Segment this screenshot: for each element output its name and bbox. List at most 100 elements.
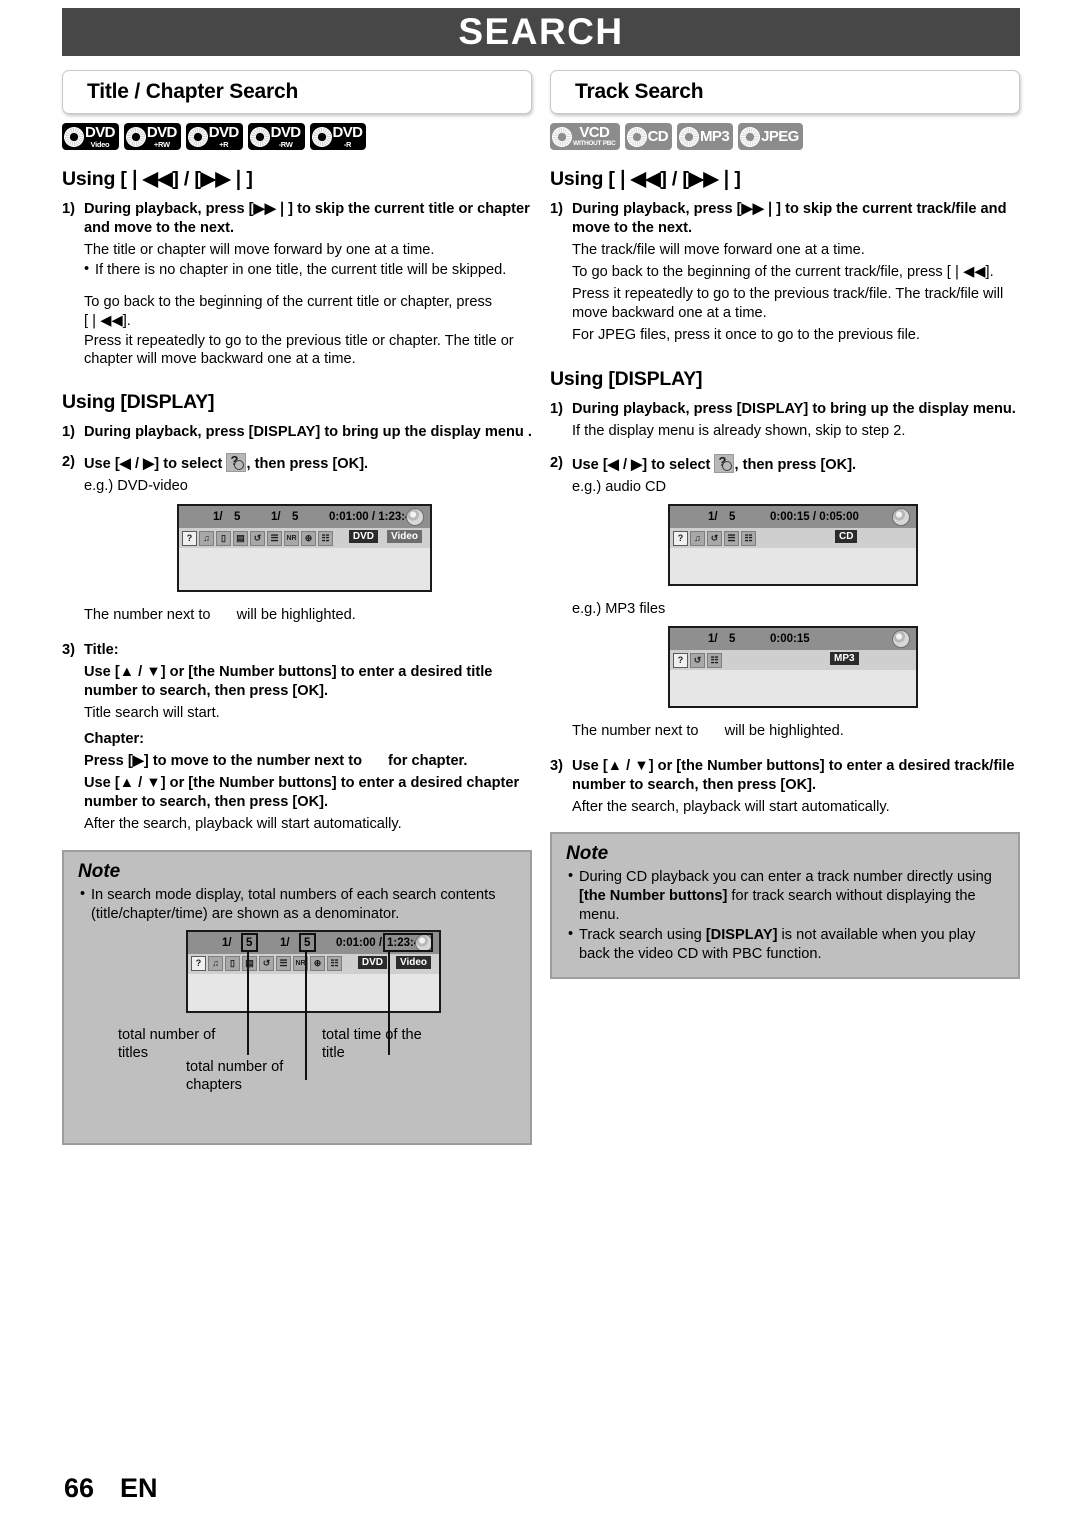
step-number: 3) (550, 757, 563, 774)
chapter-instruction-b: for chapter. (388, 752, 468, 769)
noise-reduction-icon[interactable]: NR (284, 530, 299, 546)
step-text-part-a: Use [◀ / ▶] to select (572, 457, 711, 474)
angle-icon[interactable]: ▤ (242, 956, 257, 971)
badge-main-label: MP3 (700, 128, 730, 145)
disc-icon (61, 123, 87, 150)
right-display-step-2: 2) Use [◀ / ▶] to select , then press [O… (550, 454, 1020, 475)
badge-main-label: DVD (270, 123, 301, 141)
callout-total-titles: total number of titles (118, 1026, 216, 1061)
disc-icon (549, 123, 575, 150)
surround-icon[interactable]: ☷ (707, 652, 722, 668)
search-icon (714, 454, 735, 474)
callout-total-chapters: total number of chapters (186, 1058, 284, 1093)
left-step1-note3: Press it repeatedly to go to the previou… (84, 332, 514, 368)
left-display-step-2: 2) Use [◀ / ▶] to select , then press [O… (62, 453, 532, 474)
step-text: During playback, press [DISPLAY] to brin… (572, 401, 1016, 418)
step-number: 1) (62, 201, 75, 217)
repeat-icon[interactable]: ↺ (707, 530, 722, 546)
right-step-1: 1) During playback, press [▶▶❘] to skip … (550, 200, 1020, 238)
osd-mockup-mp3: 1/ 5 0:00:15 ? ↺ ☷ MP3 (668, 626, 918, 708)
disc-indicator-icon (406, 508, 424, 527)
disc-icon (308, 123, 335, 150)
step-text-part-b: , then press [OK]. (246, 456, 369, 473)
badge-jpeg: JPEG (737, 123, 803, 150)
note-item2-a: Track search using (579, 927, 706, 944)
right-example-label-cd: e.g.) audio CD (572, 479, 667, 496)
disc-indicator-icon (892, 630, 910, 648)
left-step-3: 3) Title: (62, 641, 532, 660)
right-example-label-mp3: e.g.) MP3 files (572, 601, 666, 618)
surround-icon[interactable]: ☷ (741, 530, 756, 546)
osd-title-index: 1/ (213, 511, 223, 524)
step-number: 1) (62, 424, 75, 441)
right-step1-note3: Press it repeatedly to go to the previou… (572, 285, 1004, 321)
step-text: During playback, press [DISPLAY] to brin… (84, 424, 532, 441)
list-item: If there is no chapter in one title, the… (84, 260, 532, 280)
left-example-label-dvd: e.g.) DVD-video (84, 478, 188, 495)
disc-icon (247, 123, 273, 150)
osd-time: 0:00:15 / 0:05:00 (770, 511, 859, 524)
badge-dvd-plus-rw: DVD +RW (123, 123, 181, 150)
audio-icon[interactable]: ♫ (208, 956, 223, 971)
badge-main-label: DVD (208, 123, 239, 141)
search-icon[interactable]: ? (191, 956, 206, 971)
zoom-icon[interactable]: ⊕ (310, 956, 325, 971)
disc-icon (123, 123, 149, 150)
page-title: SEARCH (458, 11, 624, 52)
right-display-step-1: 1) During playback, press [DISPLAY] to b… (550, 400, 1020, 419)
note-callout-diagram: 1/ 5 1/ 5 0:01:00 / 1:23:45 ? ♫ ▯ ▤ ↺ ☰ … (78, 929, 516, 1130)
badge-vcd-without-pbc: VCD WITHOUT PBC (549, 123, 620, 150)
note-heading: Note (78, 860, 121, 882)
right-highlight-note: The number next to will be highlighted. (572, 722, 1020, 741)
left-step3-title-result: Title search will start. (84, 704, 220, 721)
osd-tag-cd: CD (835, 530, 858, 544)
note-heading: Note (566, 842, 609, 864)
osd-status-row: 1/ 5 0:00:15 / 0:05:00 (670, 506, 916, 529)
disc-icon (676, 123, 702, 150)
left-step3-chapter-instruction: Press [▶] to move to the number next to f… (84, 752, 532, 771)
callout-total-time: total time of the title (322, 1026, 422, 1061)
osd-status-row: 1/ 5 1/ 5 0:01:00 / 1:23:45 (188, 931, 439, 954)
left-step3-chapter-label: Chapter: (84, 730, 144, 747)
subtitle-icon[interactable]: ▯ (225, 956, 240, 971)
step-text: Use [◀ / ▶] to select , then press [OK]. (84, 453, 532, 474)
zoom-icon[interactable]: ⊕ (301, 530, 316, 546)
highlight-text-b: will be highlighted. (724, 723, 844, 739)
surround-icon[interactable]: ☷ (318, 530, 333, 546)
disc-icon (737, 123, 763, 150)
osd-time: 0:01:00 / 1:23:45 (329, 511, 418, 524)
angle-icon[interactable]: ▤ (233, 530, 248, 546)
search-icon[interactable]: ? (673, 652, 688, 668)
badge-sub-label: -R (343, 139, 352, 149)
highlight-text-a: The number next to (84, 607, 211, 624)
marker-icon[interactable]: ☰ (267, 530, 282, 546)
step-number: 3) (62, 642, 75, 658)
subtitle-icon[interactable]: ▯ (216, 530, 231, 546)
marker-icon[interactable]: ☰ (276, 956, 291, 971)
left-step3-chapter-instruction2: Use [▲ / ▼] or [the Number buttons] to e… (84, 774, 520, 810)
osd-track-index: 1/ (708, 633, 718, 645)
search-icon[interactable]: ? (673, 530, 688, 546)
osd-track-index: 1/ (708, 511, 718, 524)
chapter-instruction-a: Press [▶] to move to the number next to (84, 752, 363, 769)
repeat-icon[interactable]: ↺ (259, 956, 274, 971)
osd-tag-video: Video (395, 955, 431, 969)
search-icon[interactable]: ? (182, 530, 197, 546)
marker-icon[interactable]: ☰ (724, 530, 739, 546)
left-highlight-note: The number next to will be highlighted. (84, 606, 532, 625)
audio-icon[interactable]: ♫ (690, 530, 705, 546)
left-display-step-1: 1) During playback, press [DISPLAY] to b… (62, 423, 532, 442)
osd-time: 0:00:15 (770, 633, 810, 645)
audio-icon[interactable]: ♫ (199, 530, 214, 546)
badge-main-label: JPEG (761, 128, 799, 145)
highlight-text-b: will be highlighted. (236, 607, 356, 624)
disc-icon (185, 123, 211, 150)
repeat-icon[interactable]: ↺ (690, 652, 705, 668)
list-item: Track search using [DISPLAY] is not avai… (566, 925, 1004, 964)
repeat-icon[interactable]: ↺ (250, 530, 265, 546)
badge-sub-label: Video (90, 139, 110, 149)
step-text: During playback, press [▶▶❘] to skip the… (84, 201, 530, 236)
step-number: 2) (550, 455, 563, 472)
osd-status-row: 1/ 5 0:00:15 (670, 628, 916, 650)
surround-icon[interactable]: ☷ (327, 956, 342, 971)
